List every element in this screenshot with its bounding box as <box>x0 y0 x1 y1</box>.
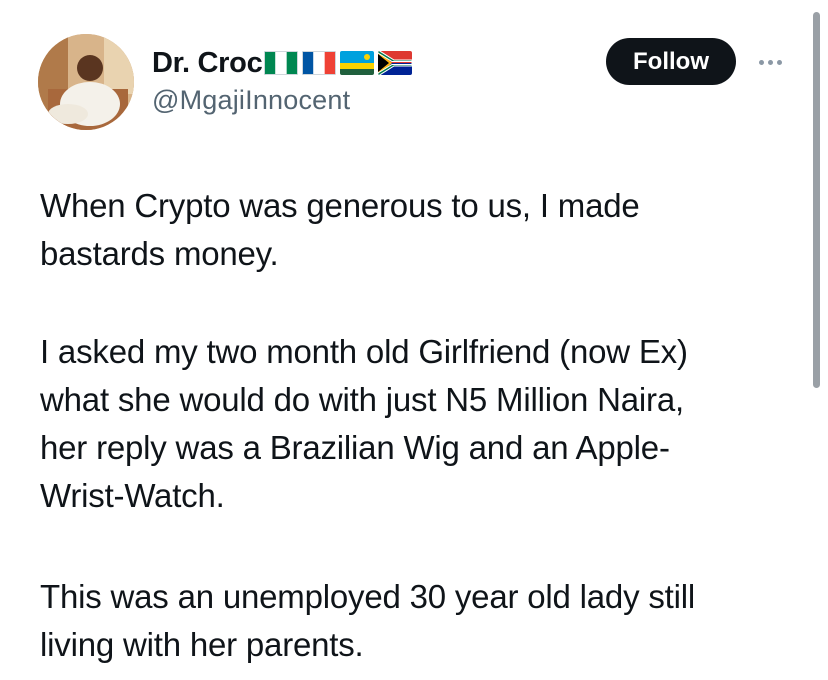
france-flag-icon <box>302 51 337 75</box>
tweet-paragraph: When Crypto was generous to us, I made b… <box>40 182 790 278</box>
tweet-line: what she would do with just N5 Million N… <box>40 381 684 418</box>
tweet-page: Dr. Croc @MgajiInnocent Follow When Cryp… <box>0 0 828 680</box>
flag-emojis <box>264 51 416 75</box>
tweet-line: her reply was a Brazilian Wig and an App… <box>40 429 670 466</box>
rwanda-flag-icon <box>340 51 375 75</box>
avatar[interactable] <box>38 34 134 130</box>
tweet-line: bastards money. <box>40 235 279 272</box>
tweet-line: When Crypto was generous to us, I made <box>40 187 640 224</box>
tweet-line: I asked my two month old Girlfriend (now… <box>40 333 688 370</box>
nigeria-flag-icon <box>264 51 299 75</box>
tweet-paragraph: I asked my two month old Girlfriend (now… <box>40 328 790 520</box>
author-name-row[interactable]: Dr. Croc <box>152 43 416 83</box>
tweet-line: Wrist-Watch. <box>40 477 225 514</box>
scrollbar[interactable] <box>813 12 820 388</box>
tweet-line: This was an unemployed 30 year old lady … <box>40 578 696 615</box>
avatar-photo <box>38 34 134 130</box>
tweet-line: living with her parents. <box>40 626 364 663</box>
more-options-icon[interactable] <box>752 48 788 76</box>
author-handle[interactable]: @MgajiInnocent <box>152 85 350 116</box>
south-africa-flag-icon <box>378 51 413 75</box>
tweet-paragraph: This was an unemployed 30 year old lady … <box>40 573 790 669</box>
follow-button[interactable]: Follow <box>606 38 736 85</box>
display-name[interactable]: Dr. Croc <box>152 47 263 80</box>
